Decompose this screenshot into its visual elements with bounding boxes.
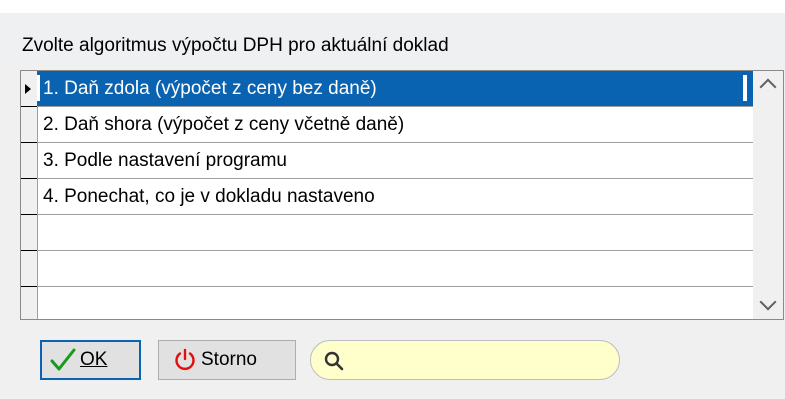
list-item-cell[interactable]: 3. Podle nastavení programu: [37, 143, 754, 179]
list-item-cell[interactable]: 2. Daň shora (výpočet z ceny včetně daně…: [37, 107, 754, 143]
list-item[interactable]: 3. Podle nastavení programu: [21, 143, 754, 179]
list-item[interactable]: [21, 251, 754, 287]
search-icon: [323, 350, 345, 377]
row-indicator: [21, 179, 37, 215]
focus-caret-left: [37, 75, 40, 101]
focus-caret-right: [743, 75, 747, 101]
list-item[interactable]: [21, 287, 754, 319]
list-item-cell[interactable]: 1. Daň zdola (výpočet z ceny bez daně): [37, 71, 754, 107]
top-band: [0, 0, 785, 13]
storno-button-label: Storno: [201, 349, 257, 370]
check-icon: [50, 348, 76, 372]
list-item-cell[interactable]: [37, 287, 754, 319]
power-icon: [173, 348, 197, 372]
list-item[interactable]: [21, 215, 754, 251]
chevron-down-icon[interactable]: [753, 289, 783, 319]
list-item-cell[interactable]: [37, 251, 754, 287]
row-indicator: [21, 71, 37, 107]
dialog-footer: OK Storno: [0, 320, 785, 399]
list-item-label: 4. Ponechat, co je v dokladu nastaveno: [43, 186, 375, 207]
list-item-label: 3. Podle nastavení programu: [43, 150, 287, 171]
ok-button-label: OK: [80, 349, 108, 370]
row-indicator: [21, 215, 37, 251]
list-item-cell[interactable]: [37, 215, 754, 251]
ok-button[interactable]: OK: [40, 340, 141, 380]
storno-button[interactable]: Storno: [158, 340, 296, 380]
row-pointer-icon: [25, 84, 31, 94]
row-indicator: [21, 143, 37, 179]
vertical-scrollbar[interactable]: [753, 71, 783, 319]
list-item[interactable]: 2. Daň shora (výpočet z ceny včetně daně…: [21, 107, 754, 143]
list-item[interactable]: 4. Ponechat, co je v dokladu nastaveno: [21, 179, 754, 215]
row-indicator: [21, 251, 37, 287]
search-input[interactable]: [351, 347, 610, 375]
algorithm-list[interactable]: 1. Daň zdola (výpočet z ceny bez daně) 2…: [20, 70, 784, 320]
search-box[interactable]: [310, 340, 620, 380]
dialog-title: Zvolte algoritmus výpočtu DPH pro aktuál…: [22, 35, 449, 56]
chevron-up-icon[interactable]: [753, 73, 783, 103]
list-item-label: 1. Daň zdola (výpočet z ceny bez daně): [43, 78, 377, 99]
list-item-cell[interactable]: 4. Ponechat, co je v dokladu nastaveno: [37, 179, 754, 215]
list-item[interactable]: 1. Daň zdola (výpočet z ceny bez daně): [21, 71, 754, 107]
row-indicator: [21, 107, 37, 143]
row-indicator: [21, 287, 37, 319]
list-item-label: 2. Daň shora (výpočet z ceny včetně daně…: [43, 114, 405, 135]
